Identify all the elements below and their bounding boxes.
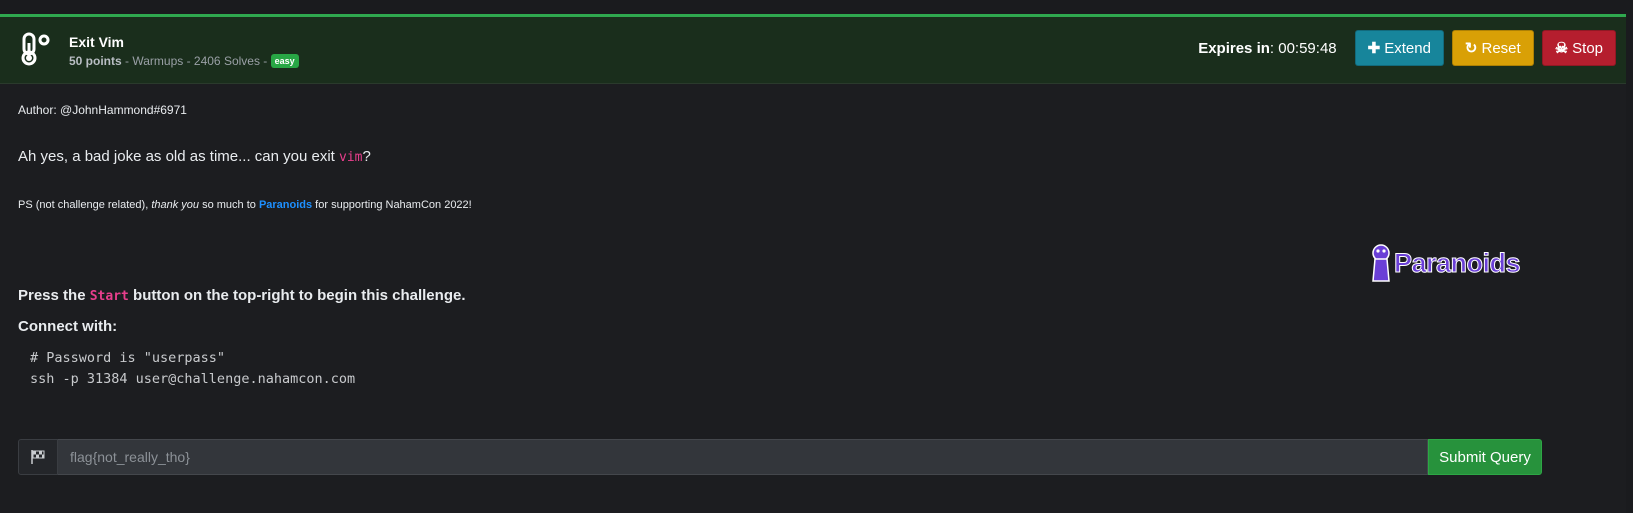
challenge-title: Exit Vim: [69, 34, 124, 50]
expires-value: : 00:59:48: [1269, 39, 1337, 57]
reset-button[interactable]: ↻ Reset: [1451, 30, 1534, 66]
plus-icon: ✚: [1367, 40, 1381, 57]
submit-query-button[interactable]: Submit Query: [1428, 439, 1542, 475]
press-pre: Press the: [18, 287, 90, 304]
lead-code: vim: [339, 150, 363, 165]
flag-input[interactable]: [58, 439, 1428, 475]
ps-post: for supporting NahamCon 2022!: [312, 199, 472, 211]
paranoids-logo: Paranoids: [1368, 243, 1521, 283]
reset-label: Reset: [1481, 39, 1521, 57]
connect-code-block: # Password is "userpass" ssh -p 31384 use…: [30, 348, 355, 390]
header-actions: Expires in: 00:59:48 ✚ Extend ↻ Reset ☠ …: [1198, 30, 1616, 66]
difficulty-badge: easy: [270, 54, 299, 68]
thermometer-icon: [21, 32, 50, 66]
expires-timer: Expires in: 00:59:48: [1198, 40, 1336, 57]
challenge-header: Exit Vim 50 points - Warmups - 2406 Solv…: [0, 17, 1626, 84]
extend-label: Extend: [1384, 39, 1431, 57]
ps-em: thank you: [151, 199, 200, 211]
stop-button[interactable]: ☠ Stop: [1541, 30, 1616, 66]
lead-pre: Ah yes, a bad joke as old as time... can…: [18, 148, 340, 165]
challenge-title-block: Exit Vim 50 points - Warmups - 2406 Solv…: [69, 34, 299, 68]
logo-text: Paranoids: [1393, 247, 1521, 278]
flag-checkered-icon: [31, 450, 45, 464]
challenge-meta-rest: - Warmups - 2406 Solves -: [121, 54, 271, 68]
flag-prefix: [18, 439, 58, 475]
author-line: Author: @JohnHammond#6971: [18, 103, 187, 117]
press-start-text: Press the Start button on the top-right …: [18, 287, 466, 304]
connect-heading: Connect with:: [18, 318, 118, 335]
challenge-meta: 50 points - Warmups - 2406 Solves - easy: [69, 54, 299, 68]
challenge-points: 50 points: [69, 54, 122, 68]
lead-post: ?: [362, 148, 371, 165]
code-line-1: # Password is "userpass": [30, 350, 226, 366]
ps-mid: so much to: [199, 199, 259, 211]
expires-label: Expires in: [1198, 39, 1270, 57]
ps-pre: PS (not challenge related),: [18, 199, 152, 211]
press-post: button on the top-right to begin this ch…: [128, 287, 466, 304]
paranoids-mascot-icon: [1372, 244, 1390, 282]
paranoids-link[interactable]: Paranoids: [259, 199, 312, 211]
skull-crossbones-icon: ☠: [1554, 40, 1569, 57]
lead-text: Ah yes, a bad joke as old as time... can…: [18, 148, 371, 165]
press-code: Start: [89, 289, 129, 304]
ps-text: PS (not challenge related), thank you so…: [18, 199, 472, 211]
code-line-2: ssh -p 31384 user@challenge.nahamcon.com: [30, 371, 356, 387]
stop-label: Stop: [1572, 39, 1603, 57]
flag-submit-form: Submit Query: [18, 439, 1542, 475]
redo-icon: ↻: [1464, 40, 1478, 57]
extend-button[interactable]: ✚ Extend: [1354, 30, 1444, 66]
